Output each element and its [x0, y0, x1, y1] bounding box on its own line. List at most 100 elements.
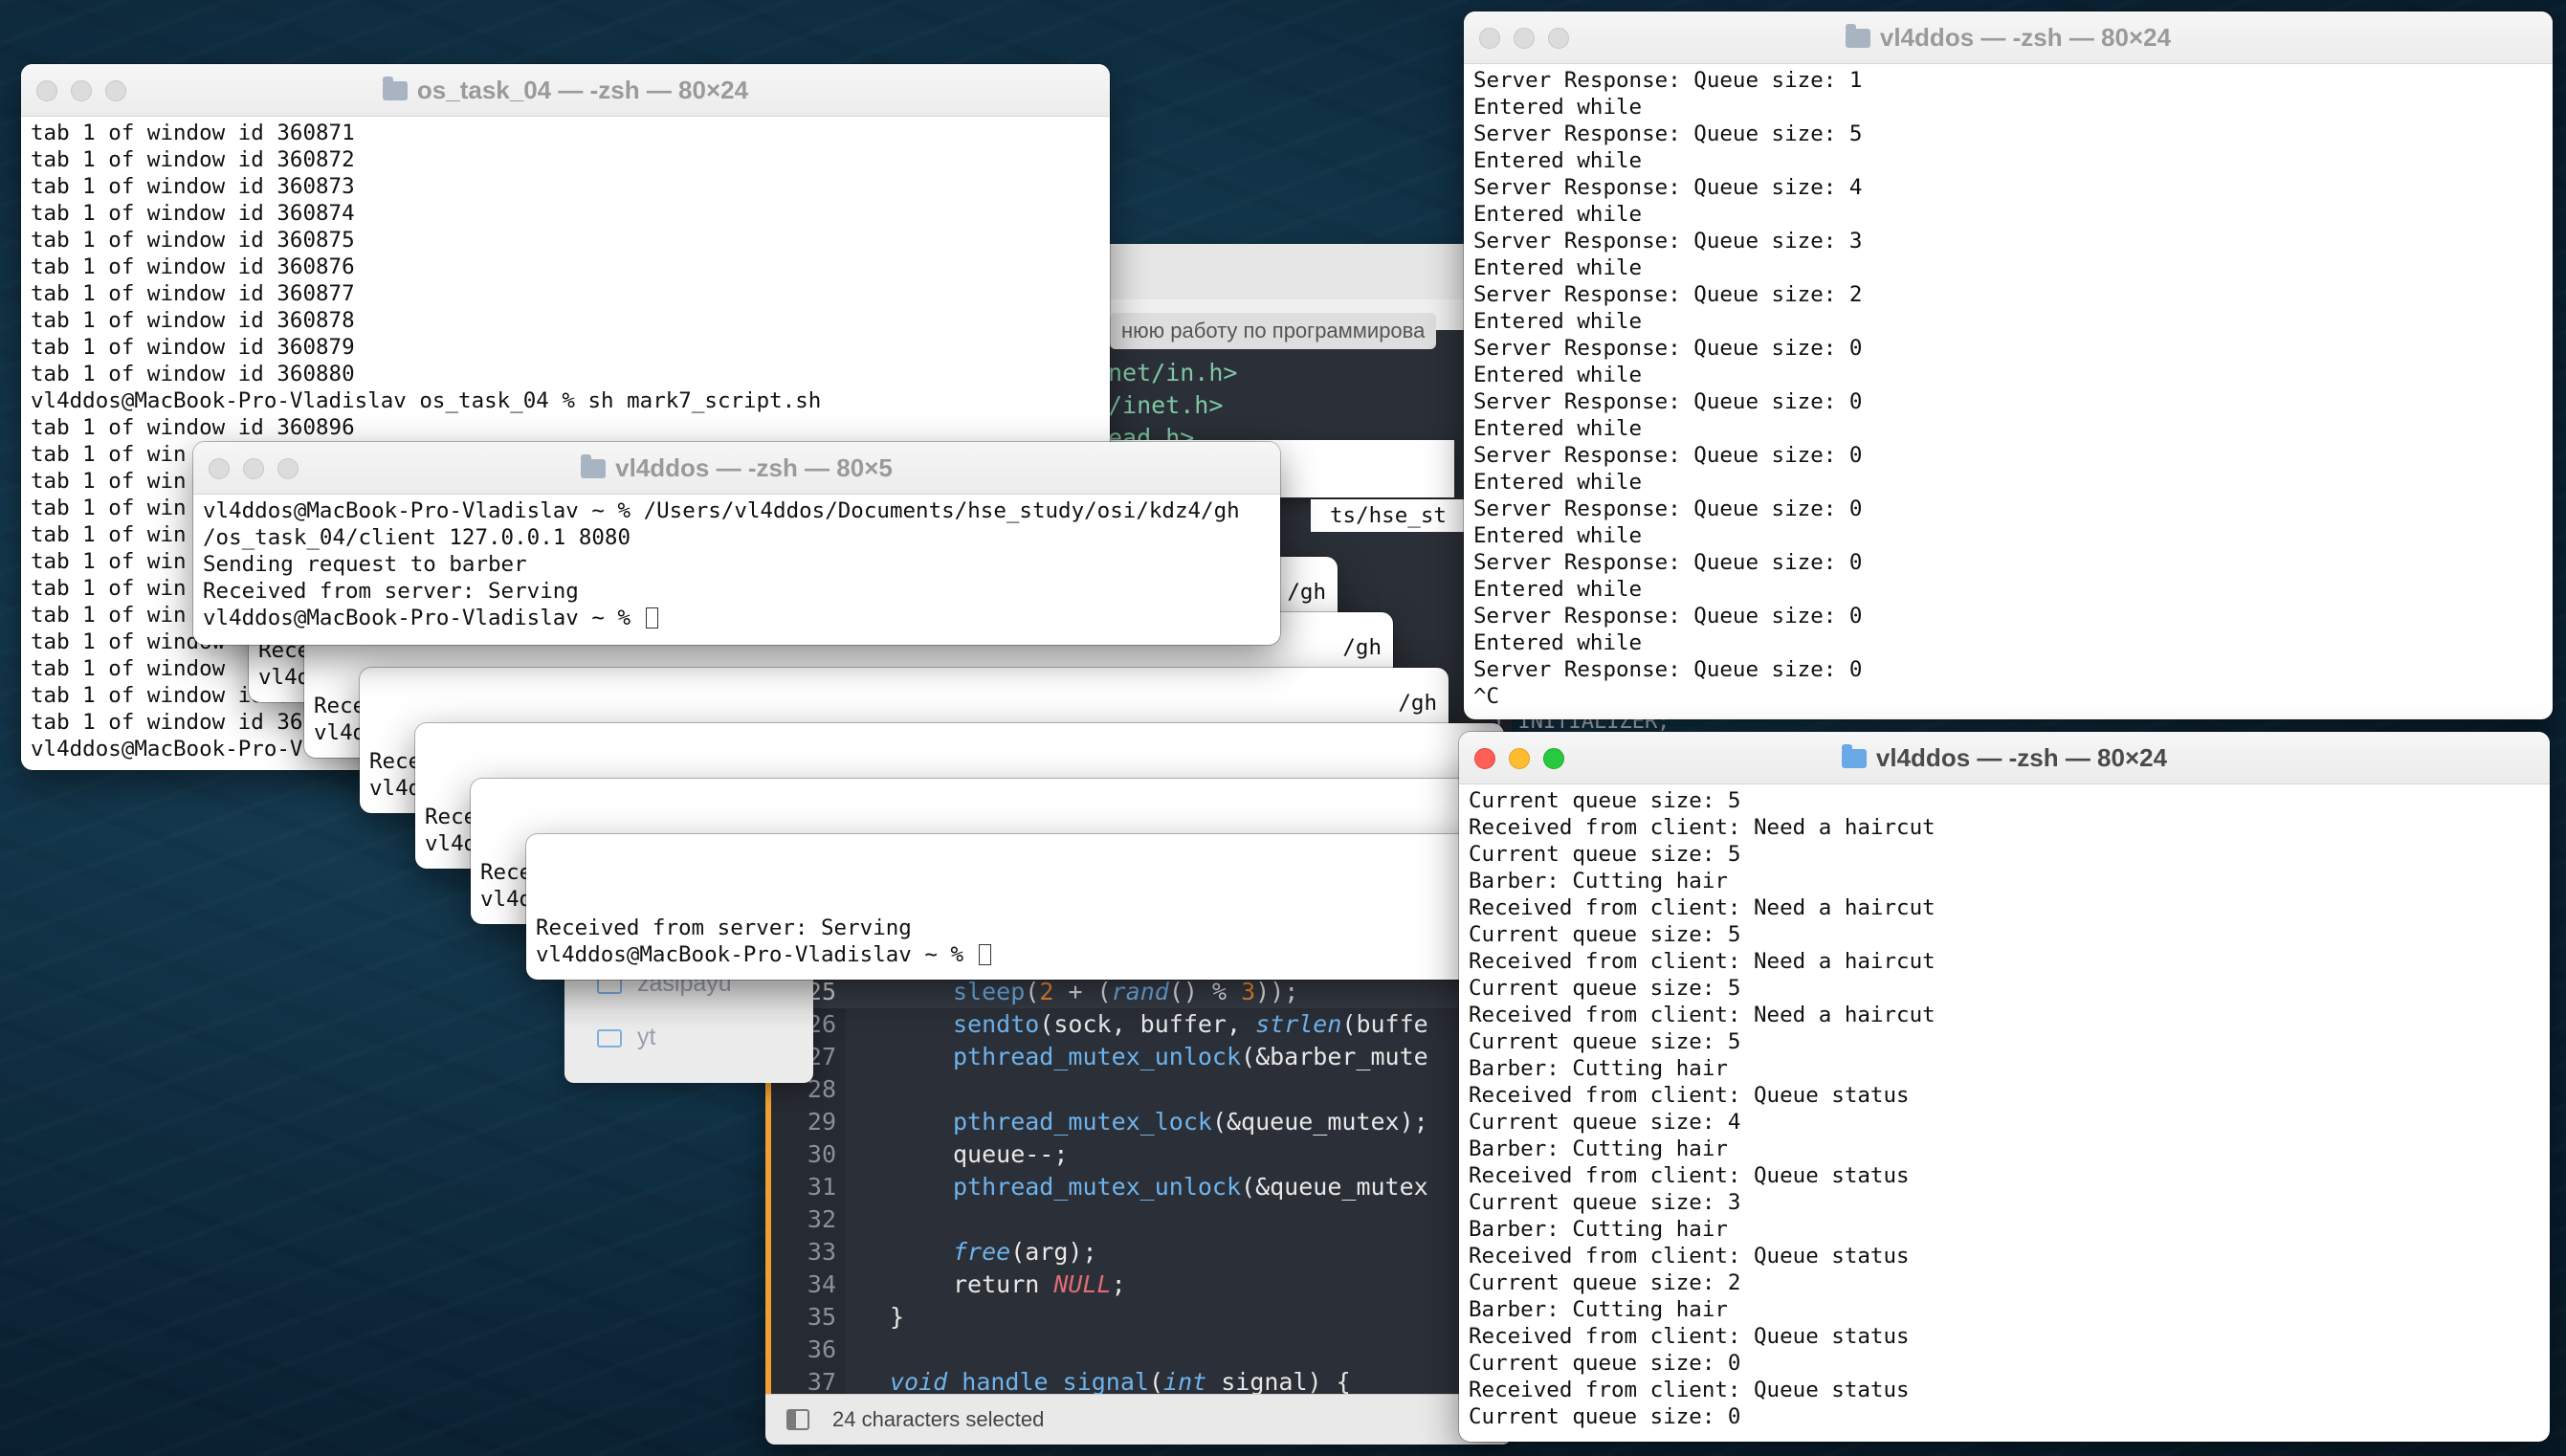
text-cursor [645, 607, 658, 629]
terminal-line: Entered while [1473, 415, 2543, 442]
terminal-line: Entered while [1473, 469, 2543, 496]
terminal-line: Entered while [1473, 254, 2543, 281]
terminal-line: tab 1 of window id 360875 [31, 227, 1100, 254]
terminal-window-client[interactable]: vl4ddos — -zsh — 80×5 vl4ddos@MacBook-Pr… [193, 442, 1280, 645]
finder-item-yt[interactable]: yt [597, 1018, 655, 1056]
terminal-line-text: Current queue size: 0 [1469, 1404, 1741, 1429]
terminal-line: tab 1 of window id 360878 [31, 307, 1100, 334]
code-line[interactable]: 28 [765, 1073, 1512, 1106]
editor-status-bar: 24 characters selected [765, 1394, 1512, 1445]
terminal-output[interactable]: Server Response: Queue size: 1 Entered wh… [1473, 67, 2543, 719]
terminal-output[interactable]: Received from server: Servingvl4ddos@Mac… [536, 915, 1605, 980]
terminal-path-fragment: /gh [1287, 580, 1326, 605]
selection-status: 24 characters selected [832, 1407, 1045, 1431]
window-titlebar[interactable]: os_task_04 — -zsh — 80×24 [21, 64, 1110, 117]
terminal-line: Current queue size: 5 [1469, 787, 2540, 814]
terminal-line: Current queue size: 0 [1469, 1403, 2540, 1430]
line-number: 29 [807, 1108, 836, 1136]
terminal-line: Current queue size: 5 [1469, 841, 2540, 868]
terminal-line-text: tab 1 of win [31, 522, 187, 547]
terminal-window-client-stacked[interactable]: Received from server: Servingvl4ddos@Mac… [526, 834, 1615, 980]
code-include-line: /inet.h> [1108, 391, 1224, 419]
terminal-line: Server Response: Queue size: 0 [1473, 442, 2543, 469]
terminal-line: Current queue size: 2 [1469, 1269, 2540, 1296]
terminal-line: tab 1 of window id 360874 [31, 200, 1100, 227]
terminal-line: Received from client: Need a haircut [1469, 948, 2540, 975]
code-text: pthread_mutex_unlock(&queue_mutex [953, 1173, 1428, 1201]
code-line[interactable]: 32 [765, 1203, 1512, 1236]
code-line[interactable]: 26 sendto(sock, buffer, strlen(buffe [765, 1008, 1512, 1041]
terminal-line: Received from client: Queue status [1469, 1243, 2540, 1269]
terminal-line: Entered while [1473, 576, 2543, 603]
line-number: 31 [807, 1173, 836, 1201]
editor-tab-title[interactable]: нюю работу по программирова [1110, 313, 1437, 349]
line-number: 36 [807, 1335, 836, 1363]
terminal-line-text: vl4ddos@MacBook-Pro-Vla [31, 737, 329, 761]
terminal-window-server-log[interactable]: vl4ddos — -zsh — 80×24 Current queue siz… [1459, 732, 2550, 1442]
terminal-line-text: Current queue size: 5 [1469, 976, 1741, 1001]
terminal-line-text: Received from server: Serving [536, 916, 912, 940]
terminal-line: Entered while [1473, 201, 2543, 228]
terminal-output[interactable]: Current queue size: 5 Received from clien… [1469, 787, 2540, 1442]
terminal-line-text: Server Response: Queue size: 1 [1473, 68, 1863, 93]
terminal-line-text: Current queue size: 3 [1469, 1190, 1741, 1215]
terminal-line-text: Server Response: Queue size: 0 [1473, 443, 1863, 468]
code-text: pthread_mutex_unlock(&barber_mute [953, 1043, 1428, 1070]
code-line[interactable]: 36 [765, 1334, 1512, 1366]
terminal-line: tab 1 of window id 360880 [31, 361, 1100, 387]
terminal-line-text: Current queue size: 0 [1469, 1351, 1741, 1376]
terminal-line-text: tab 1 of window id 360872 [31, 147, 355, 172]
terminal-window-server-response[interactable]: vl4ddos — -zsh — 80×24 Server Response: … [1464, 11, 2553, 719]
terminal-output[interactable]: vl4ddos@MacBook-Pro-Vladislav ~ % /Users… [203, 497, 1271, 645]
terminal-line-text: vl4ddos@MacBook-Pro-Vladislav ~ % [536, 942, 977, 967]
code-line[interactable]: 29 pthread_mutex_lock(&queue_mutex); [765, 1106, 1512, 1138]
terminal-line: Entered while [1473, 147, 2543, 174]
line-number: 35 [807, 1303, 836, 1331]
terminal-line: Received from client: Need a haircut [1469, 894, 2540, 921]
terminal-line-text: tab 1 of window id 360879 [31, 335, 355, 360]
terminal-line: tab 1 of window id 360877 [31, 280, 1100, 307]
window-titlebar[interactable]: vl4ddos — -zsh — 80×24 [1459, 732, 2550, 784]
window-titlebar[interactable]: vl4ddos — -zsh — 80×5 [193, 442, 1280, 495]
terminal-line-text: Received from client: Queue status [1469, 1324, 1910, 1349]
terminal-line: Barber: Cutting hair [1469, 1296, 2540, 1323]
code-line[interactable]: 25 sleep(2 + (rand() % 3)); [765, 976, 1512, 1008]
window-title: vl4ddos — -zsh — 80×5 [193, 442, 1280, 494]
terminal-line: Received from client: Queue status [1469, 1377, 2540, 1403]
code-line[interactable]: 27 pthread_mutex_unlock(&barber_mute [765, 1041, 1512, 1073]
folder-icon [1841, 744, 1867, 768]
line-number: 33 [807, 1238, 836, 1266]
code-line[interactable]: 30 queue--; [765, 1138, 1512, 1171]
terminal-line-text: tab 1 of win [31, 469, 187, 494]
window-title-text: vl4ddos — -zsh — 80×24 [1875, 743, 2168, 772]
sidebar-toggle-icon[interactable] [786, 1409, 809, 1430]
terminal-line-text: Received from server: Serving [203, 579, 579, 604]
code-line[interactable]: 33 free(arg); [765, 1236, 1512, 1268]
terminal-line: Received from client: Queue status [1469, 1323, 2540, 1350]
terminal-line-text: Server Response: Queue size: 0 [1473, 550, 1863, 575]
terminal-line-text: Server Response: Queue size: 0 [1473, 389, 1863, 414]
window-titlebar[interactable]: vl4ddos — -zsh — 80×24 [1464, 11, 2553, 64]
terminal-line: Current queue size: 4 [1469, 1109, 2540, 1136]
terminal-line-text: Received from client: Queue status [1469, 1083, 1910, 1108]
code-line[interactable]: 34 return NULL; [765, 1268, 1512, 1301]
code-line[interactable]: 35} [765, 1301, 1512, 1334]
code-line[interactable]: 31 pthread_mutex_unlock(&queue_mutex [765, 1171, 1512, 1203]
terminal-line-text: Current queue size: 2 [1469, 1270, 1741, 1295]
terminal-line-text: Received from client: Need a haircut [1469, 949, 1936, 974]
terminal-line-text: Barber: Cutting hair [1469, 1056, 1728, 1081]
terminal-line-text: Received from client: Need a haircut [1469, 815, 1936, 840]
terminal-line-text: Server Response: Queue size: 0 [1473, 604, 1863, 629]
background-path-text: ts/hse_st [1311, 499, 1483, 532]
terminal-line: Sending request to barber [203, 551, 1271, 578]
terminal-line-text: Server Response: Queue size: 3 [1473, 229, 1863, 254]
terminal-line: Current queue size: 3 [1469, 1189, 2540, 1216]
terminal-line-text: Entered while [1473, 148, 1643, 173]
code-text: } [890, 1303, 905, 1331]
terminal-line: tab 1 of window id 360872 [31, 146, 1100, 173]
terminal-line-text: Server Response: Queue size: 2 [1473, 282, 1863, 307]
terminal-line: Received from client: Need a haircut [1469, 1002, 2540, 1028]
terminal-line: Current queue size: 5 [1469, 921, 2540, 948]
terminal-line-text: vl4ddos@MacBook-Pro-Vladislav os_task_04… [31, 388, 822, 413]
window-title: vl4ddos — -zsh — 80×24 [1464, 11, 2553, 63]
